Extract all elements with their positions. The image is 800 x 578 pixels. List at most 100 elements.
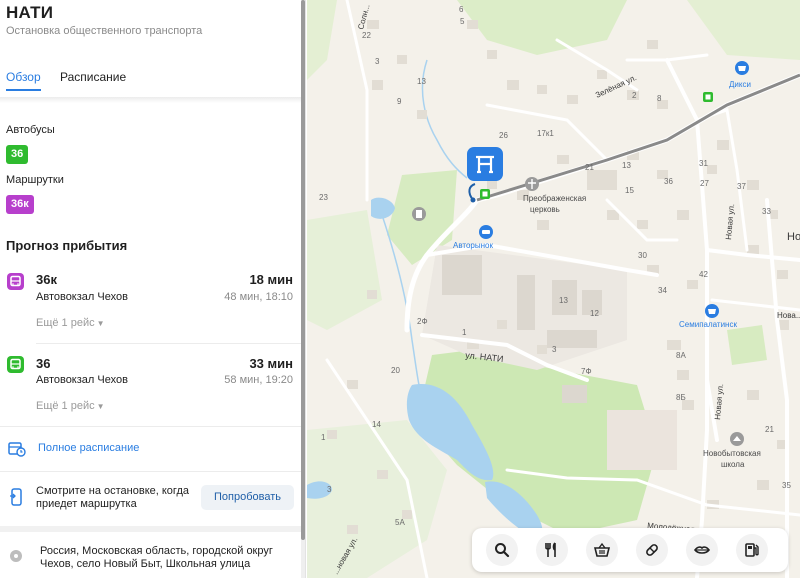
house-number: 8Б: [676, 393, 686, 402]
house-number: 26: [499, 131, 508, 140]
location-pin-icon: [9, 549, 23, 568]
poi-label: Новобытовская: [703, 449, 761, 458]
tabs-divider: [0, 97, 302, 103]
minibus-route-badge[interactable]: 36к: [6, 195, 34, 214]
poi-label: Дикси: [729, 80, 751, 89]
house-number: 9: [397, 97, 402, 106]
building: [562, 385, 587, 403]
building: [442, 255, 482, 295]
search-button[interactable]: [486, 534, 518, 566]
arrival-destination: Автовокзал Чехов: [36, 374, 128, 386]
poi-label: Семипалатинск: [679, 320, 737, 329]
house-number: 21: [765, 425, 774, 434]
stop-title: НАТИ: [6, 3, 54, 22]
shopping-button[interactable]: [586, 534, 618, 566]
bus-route-badge[interactable]: 36: [6, 145, 29, 164]
house-number: 1: [321, 433, 326, 442]
poi-label: школа: [721, 460, 745, 469]
search-icon: [495, 543, 510, 558]
full-schedule-link[interactable]: Полное расписание: [38, 442, 139, 454]
house-number: 5: [460, 17, 465, 26]
dixy-poi[interactable]: Дикси: [729, 61, 751, 89]
house-number: 14: [372, 420, 381, 429]
avtorynok-poi[interactable]: Авторынок: [453, 225, 494, 250]
house-number: 42: [699, 270, 708, 279]
house-number: 23: [319, 193, 328, 202]
stop-subtitle: Остановка общественного транспорта: [6, 25, 203, 37]
stop-info-panel: НАТИ Остановка общественного транспорта …: [0, 0, 306, 578]
restaurant-icon: [545, 542, 556, 557]
arrival-eta-detail: 58 мин, 19:20: [224, 374, 293, 386]
street-label: Новая ул.: [724, 203, 736, 240]
street-label: Но...: [787, 231, 800, 243]
beauty-button[interactable]: [686, 534, 718, 566]
semipalatinsk-poi[interactable]: Семипалатинск: [679, 304, 737, 329]
panel-scrollbar[interactable]: [301, 0, 305, 578]
category-toolbar: [472, 528, 788, 572]
bus-icon: [7, 356, 24, 373]
house-number: 7Ф: [581, 367, 592, 376]
park-area: [457, 0, 627, 55]
minibus-icon: [7, 273, 24, 290]
house-number: 22: [362, 31, 371, 40]
pharmacy-icon: [646, 544, 658, 556]
bus-stop-icon[interactable]: [480, 189, 490, 199]
poi-label: Авторынок: [453, 241, 494, 250]
school-poi[interactable]: Новобытовская школа: [703, 432, 761, 469]
school-grounds: [607, 410, 677, 470]
bus-stop-icon[interactable]: [703, 92, 713, 102]
arrival-destination: Автовокзал Чехов: [36, 291, 128, 303]
house-number: 30: [638, 251, 647, 260]
house-number: 21: [585, 163, 594, 172]
scrollbar-thumb[interactable]: [301, 0, 305, 540]
poi-label: церковь: [530, 205, 560, 214]
shopping-icon: [594, 542, 610, 557]
park-area: [307, 210, 382, 330]
tab-schedule[interactable]: Расписание: [60, 70, 126, 84]
restaurants-button[interactable]: [536, 534, 568, 566]
try-button[interactable]: Попробовать: [201, 485, 294, 510]
house-number: 27: [700, 179, 709, 188]
house-number: 6: [459, 5, 464, 14]
park-area: [727, 325, 767, 365]
map-canvas[interactable]: 6 5 22 3 13 9 26 17к1 21 2 8 13 15 36 31…: [307, 0, 800, 578]
house-number: 37: [737, 182, 746, 191]
more-trips-toggle[interactable]: Ещё 1 рейс ▼: [36, 317, 105, 329]
more-trips-label: Ещё 1 рейс: [36, 317, 95, 329]
map-view[interactable]: 6 5 22 3 13 9 26 17к1 21 2 8 13 15 36 31…: [307, 0, 800, 578]
arrival-route-number[interactable]: 36: [36, 356, 50, 371]
house-number: 2Ф: [417, 317, 428, 326]
house-number: 5А: [395, 518, 405, 527]
house-number: 34: [658, 286, 667, 295]
fuel-button[interactable]: [736, 534, 768, 566]
tab-overview[interactable]: Обзор: [6, 70, 41, 84]
monument-poi[interactable]: [412, 207, 426, 221]
church-poi[interactable]: Преображенская церковь: [523, 177, 586, 214]
house-number: 1: [462, 328, 467, 337]
phone-icon: [9, 488, 23, 511]
house-number: 17к1: [537, 129, 554, 138]
house-number: 13: [417, 77, 426, 86]
divider: [0, 471, 302, 472]
divider: [0, 426, 302, 427]
house-number: 33: [762, 207, 771, 216]
house-number: 8А: [676, 351, 686, 360]
arrival-eta: 18 мин: [249, 272, 293, 287]
forecast-title: Прогноз прибытия: [6, 238, 128, 253]
section-divider: [0, 526, 302, 532]
park-area: [307, 420, 447, 578]
more-trips-toggle[interactable]: Ещё 1 рейс ▼: [36, 400, 105, 412]
house-number: 8: [657, 94, 662, 103]
arrival-route-number[interactable]: 36к: [36, 272, 57, 287]
promo-text: Смотрите на остановке, когда приедет мар…: [36, 485, 189, 510]
house-number: 12: [590, 309, 599, 318]
pharmacy-button[interactable]: [636, 534, 668, 566]
stream: [421, 59, 468, 179]
buses-label: Автобусы: [6, 124, 55, 136]
stop-address: Россия, Московская область, городской ок…: [40, 545, 273, 570]
house-number: 3: [327, 485, 332, 494]
house-number: 36: [664, 177, 673, 186]
building: [517, 275, 535, 330]
house-number: 15: [625, 186, 634, 195]
active-tab-indicator: [6, 89, 41, 91]
